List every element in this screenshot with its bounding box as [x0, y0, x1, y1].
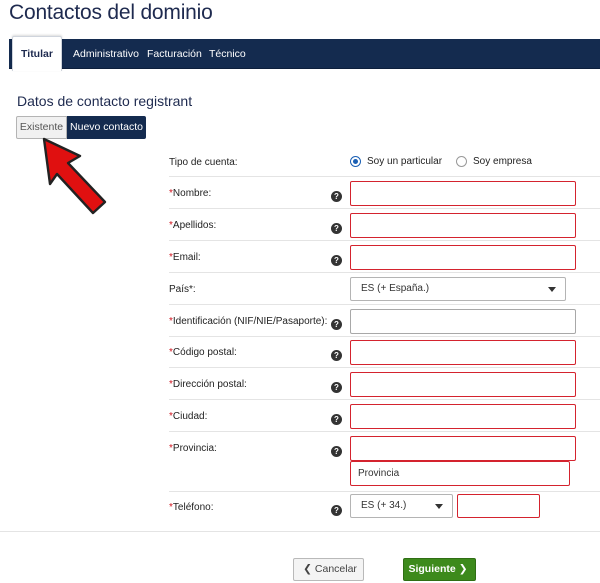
help-icon[interactable]: ?: [331, 350, 342, 361]
provincia-input[interactable]: [350, 436, 576, 461]
ciudad-input[interactable]: [350, 404, 576, 429]
help-icon[interactable]: ?: [331, 255, 342, 266]
footer-divider: [0, 531, 600, 532]
identificacion-input[interactable]: [350, 309, 576, 334]
phone-prefix-select[interactable]: ES (+ 34.): [350, 494, 453, 518]
help-icon[interactable]: ?: [331, 319, 342, 330]
identificacion-label: *Identificación (NIF/NIE/Pasaporte):: [169, 316, 328, 327]
pais-select[interactable]: ES (+ España.): [350, 277, 566, 301]
chevron-left-icon: ❮: [303, 563, 312, 575]
nombre-input[interactable]: [350, 181, 576, 206]
row-divider: [169, 491, 600, 492]
help-icon[interactable]: ?: [331, 414, 342, 425]
caret-down-icon: [548, 287, 556, 292]
direccion-input[interactable]: [350, 372, 576, 397]
row-divider: [169, 208, 600, 209]
telefono-input[interactable]: [457, 494, 540, 518]
apellidos-label: *Apellidos:: [169, 220, 217, 231]
codigo-postal-label: *Código postal:: [169, 347, 237, 358]
next-button[interactable]: Siguiente ❯: [403, 558, 476, 581]
row-divider: [169, 240, 600, 241]
caret-down-icon: [435, 504, 443, 509]
radio-individual-label: Soy un particular: [367, 156, 443, 167]
help-icon[interactable]: ?: [331, 505, 342, 516]
tab-tecnico[interactable]: Técnico: [209, 39, 246, 69]
pais-label: País*:: [169, 284, 196, 295]
chevron-right-icon: ❯: [458, 563, 468, 575]
row-divider: [169, 367, 600, 368]
next-button-label: Siguiente: [408, 563, 456, 575]
radio-company-label: Soy empresa: [473, 156, 532, 167]
row-divider: [169, 431, 600, 432]
provincia-label: *Provincia:: [169, 443, 217, 454]
cancel-button[interactable]: ❮ Cancelar: [293, 558, 364, 581]
email-input[interactable]: [350, 245, 576, 270]
provincia-dropdown-option[interactable]: Provincia: [350, 461, 570, 486]
radio-individual[interactable]: Soy un particular: [350, 156, 442, 167]
account-type-label: Tipo de cuenta:: [169, 157, 238, 168]
pais-select-value: ES (+ España.): [361, 283, 430, 294]
radio-unchecked-icon: [456, 156, 467, 167]
cancel-button-label: Cancelar: [314, 563, 357, 575]
nombre-label: *Nombre:: [169, 188, 212, 199]
help-icon[interactable]: ?: [331, 382, 342, 393]
codigo-postal-input[interactable]: [350, 340, 576, 365]
row-divider: [169, 399, 600, 400]
page-title: Contactos del dominio: [9, 1, 213, 24]
red-arrow-annotation: [42, 137, 107, 215]
row-divider: [169, 304, 600, 305]
direccion-label: *Dirección postal:: [169, 379, 247, 390]
row-divider: [169, 336, 600, 337]
apellidos-input[interactable]: [350, 213, 576, 238]
section-title: Datos de contacto registrant: [17, 93, 193, 109]
radio-company[interactable]: Soy empresa: [456, 156, 532, 167]
telefono-label: *Teléfono:: [169, 502, 214, 513]
row-divider: [169, 176, 600, 177]
email-label: *Email:: [169, 252, 201, 263]
tab-titular[interactable]: Titular: [12, 36, 62, 71]
ciudad-label: *Ciudad:: [169, 411, 208, 422]
help-icon[interactable]: ?: [331, 223, 342, 234]
radio-checked-icon: [350, 156, 361, 167]
tab-facturacion[interactable]: Facturación: [147, 39, 202, 69]
row-divider: [169, 272, 600, 273]
phone-prefix-value: ES (+ 34.): [361, 500, 407, 511]
help-icon[interactable]: ?: [331, 191, 342, 202]
contact-tabs: Titular Administrativo Facturación Técni…: [9, 36, 600, 71]
tab-administrativo[interactable]: Administrativo: [73, 39, 139, 69]
help-icon[interactable]: ?: [331, 446, 342, 457]
